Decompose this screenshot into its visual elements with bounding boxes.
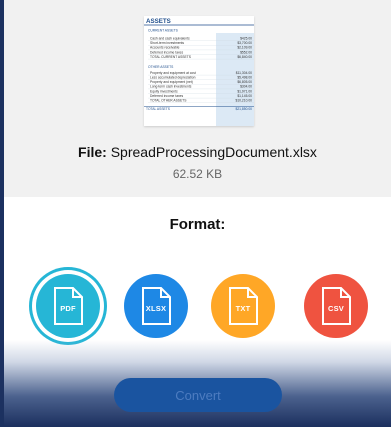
- sheet-grand-total-label: TOTAL ASSETS: [146, 107, 171, 111]
- sheet-other-row-6-value: $10,210.00: [235, 99, 252, 103]
- format-label-xlsx: XLSX: [145, 304, 167, 313]
- format-option-csv[interactable]: CSV: [304, 274, 368, 338]
- convert-button[interactable]: Convert: [114, 378, 282, 412]
- file-size: 62.52 KB: [172, 167, 223, 181]
- sheet-other-row-2-value: $6,805.00: [237, 80, 252, 84]
- file-preview-panel: ASSETS CURRENT ASSETS Cash and cash equiva…: [4, 0, 391, 197]
- sheet-other-row-2-label: Property and equipment (net): [150, 80, 193, 84]
- sheet-current-row-3-value: $552.00: [240, 50, 252, 54]
- sheet-current-row-2-label: Accounts receivable: [150, 46, 180, 50]
- format-panel: Format: PDF XLSX TXT CSV Convert: [4, 197, 391, 427]
- sheet-other-row-1-value: $5,498.00: [237, 76, 252, 80]
- sheet-other-header: OTHER ASSETS: [148, 65, 174, 69]
- sheet-other-row-1-label: Less accumulated depreciation: [150, 76, 196, 80]
- sheet-current-row-1-value: $3,700.00: [237, 41, 252, 45]
- sheet-other-row-3-label: Long-term cash investments: [150, 85, 192, 89]
- file-name-line: File: SpreadProcessingDocument.xlsx: [4, 144, 391, 160]
- sheet-other-row-5-label: Deferred income taxes: [150, 94, 184, 98]
- file-name: SpreadProcessingDocument.xlsx: [110, 144, 317, 160]
- format-label-csv: CSV: [327, 304, 345, 313]
- sheet-other-row-4-label: Equity investments: [150, 89, 178, 93]
- sheet-current-total-label: TOTAL CURRENT ASSETS: [150, 55, 192, 59]
- spreadsheet-preview: ASSETS CURRENT ASSETS Cash and cash equiva…: [144, 18, 254, 126]
- sheet-other-row-6-label: TOTAL OTHER ASSETS: [150, 99, 187, 103]
- format-option-xlsx[interactable]: XLSX: [124, 274, 188, 338]
- file-label: File:: [78, 144, 107, 160]
- sheet-current-row-3-label: Deferred income taxes: [150, 50, 184, 54]
- sheet-current-row-1-label: Short-term investments: [150, 41, 184, 45]
- sheet-current-total-value: $6,840.00: [237, 55, 252, 59]
- sheet-title: ASSETS: [146, 18, 171, 25]
- sheet-current-header: CURRENT ASSETS: [148, 29, 179, 33]
- sheet-other-row-0-value: $11,304.00: [236, 71, 252, 75]
- format-title: Format:: [169, 216, 226, 233]
- format-option-pdf[interactable]: PDF: [36, 274, 100, 338]
- sheet-other-row-4-value: $1,971.00: [237, 89, 252, 93]
- sheet-grand-total-value: $21,850.00: [235, 107, 252, 111]
- sheet-current-row-2-value: $2,109.00: [237, 46, 252, 50]
- sheet-other-row-0-label: Property and equipment at cost: [150, 71, 196, 75]
- format-option-txt[interactable]: TXT: [211, 274, 275, 338]
- sheet-other-row-5-value: $1,145.00: [237, 94, 252, 98]
- format-label-txt: TXT: [235, 304, 251, 313]
- sheet-current-row-0-label: Cash and cash equivalents: [150, 37, 190, 41]
- sheet-current-row-0-value: $425.00: [240, 37, 252, 41]
- sheet-other-row-3-value: $304.00: [240, 85, 252, 89]
- format-label-pdf: PDF: [60, 304, 76, 313]
- document-thumbnail: ASSETS CURRENT ASSETS Cash and cash equiva…: [144, 16, 254, 126]
- app-frame: ASSETS CURRENT ASSETS Cash and cash equiva…: [0, 0, 391, 427]
